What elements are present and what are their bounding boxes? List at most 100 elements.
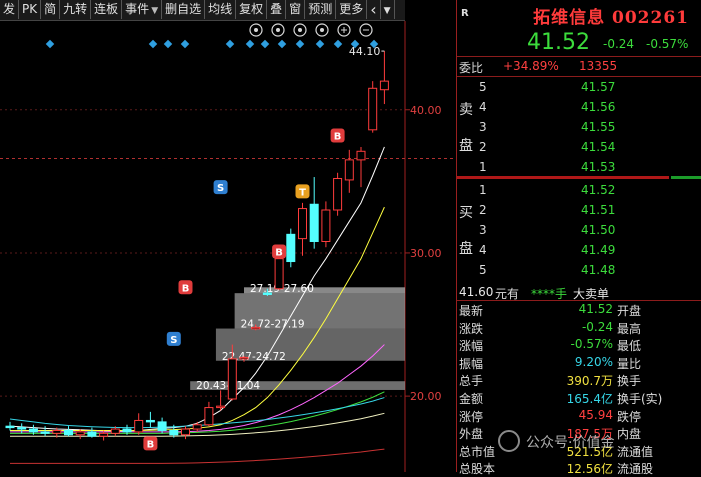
candle-body	[181, 428, 190, 436]
bid-row-4[interactable]: 4 41.49	[457, 240, 701, 260]
signal-letter: S	[217, 183, 224, 194]
signal-b-icon[interactable]: B	[143, 436, 158, 451]
candle[interactable]	[145, 411, 155, 428]
event-marker-icon[interactable]	[148, 39, 158, 49]
candle[interactable]	[216, 390, 226, 411]
bid-level: 1	[479, 183, 487, 197]
toolbar-btn-5[interactable]: 事件 ▼	[122, 0, 163, 19]
stock-name[interactable]: 拓维信息 002261	[533, 3, 689, 28]
quote-title: R 拓维信息 002261	[457, 2, 697, 28]
candle-body	[52, 429, 62, 434]
candle-body	[64, 429, 73, 436]
candle[interactable]	[204, 401, 214, 427]
candle[interactable]	[157, 417, 167, 434]
price-change: -0.24	[603, 37, 635, 51]
candle[interactable]	[333, 172, 343, 216]
signal-b-icon[interactable]: B	[330, 128, 345, 143]
ask-row-2[interactable]: 2 41.54	[457, 137, 701, 157]
candle[interactable]	[321, 201, 331, 248]
ask-bid-separator	[457, 176, 669, 179]
candle-body	[239, 356, 249, 360]
chevron-left-icon[interactable]: ‹	[367, 0, 381, 19]
toolbar-btn-12[interactable]: 更多	[336, 0, 368, 19]
toolbar-btn-8[interactable]: 复权	[236, 0, 268, 19]
candle[interactable]	[181, 426, 190, 440]
candle[interactable]	[286, 228, 296, 268]
candle-body	[87, 431, 97, 437]
candle-body	[321, 209, 331, 242]
signal-s-icon[interactable]: S	[213, 180, 228, 195]
event-marker-icon[interactable]	[333, 39, 343, 49]
zoom-in-icon[interactable]	[337, 23, 351, 37]
toolbar-btn-label: 连板	[94, 2, 119, 16]
kline-svg[interactable]: 40.0030.0020.0027.19-27.6024.72-27.1922.…	[0, 21, 455, 472]
bid-row-5[interactable]: 5 41.48	[457, 260, 701, 280]
bid-row-1[interactable]: 1 41.52	[457, 180, 701, 200]
dropdown-icon[interactable]: ▼	[381, 0, 395, 19]
event-marker-icon[interactable]	[163, 39, 173, 49]
kline-chart[interactable]: 40.0030.0020.0027.19-27.6024.72-27.1922.…	[0, 21, 455, 472]
event-marker-icon[interactable]	[277, 39, 287, 49]
toolbar-btn-label: 发	[3, 2, 16, 16]
event-marker-icon[interactable]	[225, 39, 235, 49]
candle-body	[192, 424, 202, 430]
candle[interactable]	[309, 177, 319, 249]
candle[interactable]	[64, 426, 73, 437]
toolbar-btn-4[interactable]: 连板	[91, 0, 123, 19]
signal-b-icon[interactable]: B	[272, 244, 287, 259]
toolbar-btn-3[interactable]: 九转	[60, 0, 92, 19]
candle[interactable]	[5, 421, 15, 431]
bid-price: 41.49	[581, 243, 616, 257]
weicha-value: 13355	[579, 59, 618, 73]
toolbar-btn-9[interactable]: 叠	[267, 0, 287, 19]
hand-icon[interactable]	[293, 23, 307, 37]
candle[interactable]	[379, 51, 389, 105]
toolbar-btn-11[interactable]: 预测	[305, 0, 337, 19]
stats-row: 总手 390.7万 换手	[457, 371, 701, 389]
signal-b-icon[interactable]: B	[178, 280, 193, 295]
candle[interactable]	[356, 146, 366, 188]
candle[interactable]	[87, 427, 97, 438]
event-marker-icon[interactable]	[180, 39, 190, 49]
stat-value: 9.20%	[574, 354, 613, 369]
ask-row-3[interactable]: 3 41.55	[457, 117, 701, 137]
candle-body	[333, 177, 343, 211]
big-order-row: 41.60 元有 ****手 大卖单	[457, 282, 701, 302]
toolbar-btn-0[interactable]: 发	[0, 0, 20, 19]
toolbar-btn-2[interactable]: 简	[41, 0, 61, 19]
candle[interactable]	[298, 202, 307, 256]
ask-level: 3	[479, 120, 487, 134]
eye-icon[interactable]	[249, 23, 263, 37]
bid-row-2[interactable]: 2 41.51	[457, 200, 701, 220]
stats-row: 振幅 9.20% 量比	[457, 354, 701, 372]
candle-body	[75, 431, 85, 436]
ask-row-1[interactable]: 1 41.53	[457, 157, 701, 177]
event-marker-icon[interactable]	[295, 39, 305, 49]
candle[interactable]	[368, 81, 378, 133]
zoom-out-icon[interactable]	[359, 23, 373, 37]
event-marker-icon[interactable]	[315, 39, 325, 49]
toolbar-btn-7[interactable]: 均线	[205, 0, 237, 19]
ask-row-4[interactable]: 4 41.56	[457, 97, 701, 117]
signal-s-icon[interactable]: S	[166, 331, 181, 346]
signal-t-icon[interactable]: T	[295, 184, 310, 199]
undo-icon[interactable]	[315, 23, 329, 37]
candle[interactable]	[134, 413, 144, 435]
toolbar-btn-1[interactable]: PK	[19, 0, 42, 19]
event-marker-icon[interactable]	[245, 39, 255, 49]
toolbar-btn-10[interactable]: 窗	[286, 0, 306, 19]
toolbar-btn-label: 简	[44, 2, 57, 16]
toolbar-btn-6[interactable]: 删自选	[162, 0, 206, 19]
signal-letter: B	[275, 248, 283, 259]
refresh-icon[interactable]	[271, 23, 285, 37]
candle-body	[122, 428, 132, 433]
event-marker-icon[interactable]	[260, 39, 270, 49]
bid-level: 2	[479, 203, 487, 217]
ask-row-5[interactable]: 5 41.57	[457, 77, 701, 97]
candle[interactable]	[192, 421, 202, 432]
event-marker-icon[interactable]	[45, 39, 55, 49]
stats-row: 最新 41.52 开盘	[457, 301, 701, 319]
candle[interactable]	[344, 149, 354, 193]
bid-row-3[interactable]: 3 41.50	[457, 220, 701, 240]
stats-row: 涨幅 -0.57% 最低	[457, 336, 701, 354]
